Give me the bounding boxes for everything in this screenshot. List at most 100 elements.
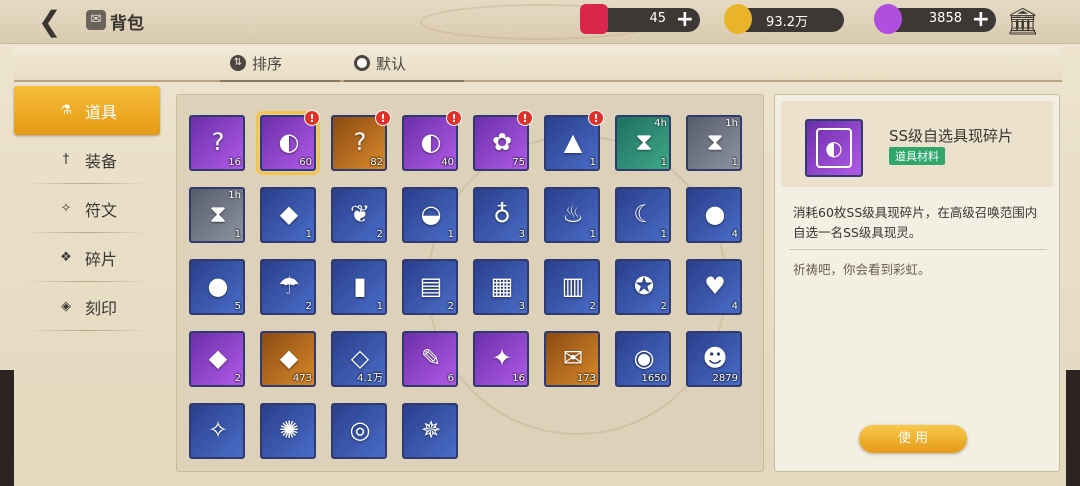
inventory-slot[interactable]: ☻ 2879 — [686, 331, 742, 387]
default-label: 默认 — [376, 54, 407, 73]
alert-badge-icon: ! — [375, 110, 391, 126]
inventory-slot[interactable]: ☾ 1 — [615, 187, 671, 243]
item-icon: ● — [704, 200, 726, 228]
item-count: 173 — [576, 373, 596, 384]
inventory-slot[interactable]: ♥ 4 — [686, 259, 742, 315]
nav-item-4[interactable]: ◈ 刻印 — [14, 282, 160, 331]
inventory-slot[interactable]: ❦ 2 — [331, 187, 387, 243]
radio-icon — [354, 55, 370, 71]
item-count: 1 — [731, 157, 738, 168]
ticket-icon — [580, 4, 608, 34]
nav-item-2[interactable]: ✧ 符文 — [14, 184, 160, 233]
inventory-slot[interactable]: ◐ 60! — [256, 110, 320, 175]
item-icon: ✿ — [491, 128, 513, 156]
item-icon: ◐ — [420, 128, 442, 156]
seal-icon: ◈ — [60, 298, 71, 314]
inventory-slot[interactable]: ● 5 — [189, 259, 245, 315]
inventory-slot[interactable]: ⧗ 1 4h — [615, 115, 671, 171]
shard-icon: ❖ — [60, 249, 72, 265]
background-edge — [0, 370, 14, 486]
inventory-slot[interactable]: ✵ — [402, 403, 458, 459]
item-icon: ◒ — [420, 200, 442, 228]
default-filter-button[interactable]: 默认 — [344, 50, 464, 82]
inventory-slot[interactable]: ♨ 1 — [544, 187, 600, 243]
inventory-slot[interactable]: ✦ 16 — [473, 331, 529, 387]
top-bar: ❮ ✉ 背包 45 + 93.2万 3858 + 🏛 — [0, 0, 1080, 44]
inventory-slot[interactable]: ⧗ 1 1h — [189, 187, 245, 243]
item-description: 消耗60枚SS级具现碎片，在高级召唤范围内自选一名SS级具现灵。 — [793, 205, 1038, 240]
add-ticket-button[interactable]: + — [676, 7, 694, 32]
gem-count: 3858 — [928, 11, 962, 26]
item-icon: ✵ — [420, 416, 442, 444]
timer-label: 1h — [725, 118, 738, 129]
item-count: 2 — [447, 301, 454, 312]
inventory-slot[interactable]: ✺ — [260, 403, 316, 459]
item-count: 4.1万 — [357, 373, 383, 384]
nav-item-1[interactable]: † 装备 — [14, 135, 160, 184]
inventory-slot[interactable]: ◇ 4.1万 — [331, 331, 387, 387]
item-count: 2 — [660, 301, 667, 312]
item-icon: ▲ — [563, 128, 583, 156]
ticket-count: 45 — [649, 11, 666, 26]
item-icon: ▤ — [419, 272, 443, 300]
inventory-slot[interactable]: ♁ 3 — [473, 187, 529, 243]
inventory-slot[interactable]: ◆ 473 — [260, 331, 316, 387]
inventory-slot[interactable]: ◉ 1650 — [615, 331, 671, 387]
flask-icon: ⚗ — [60, 102, 72, 118]
inventory-slot[interactable]: ▥ 2 — [544, 259, 600, 315]
add-gem-button[interactable]: + — [972, 7, 990, 32]
item-detail-panel: ◐ SS级自选具现碎片 道具材料 消耗60枚SS级具现碎片，在高级召唤范围内自选… — [774, 94, 1060, 472]
item-count: 6 — [447, 373, 454, 384]
nav-item-label: 碎片 — [84, 249, 117, 269]
inventory-slot[interactable]: ? 16 — [189, 115, 245, 171]
item-grid-panel[interactable]: ? 16 ◐ 60!? 82! ◐ 40! ✿ 75! ▲ 1! ⧗ 1 4h ⧗ 1 1h ⧗ 1 1h ◆ 1 ❦ 2 ◒ 1… — [176, 94, 764, 472]
sort-label: 排序 — [252, 54, 283, 73]
item-icon: ♥ — [704, 272, 726, 300]
inventory-slot[interactable]: ▲ 1! — [544, 110, 604, 171]
inventory-slot[interactable]: ◆ 1 — [260, 187, 316, 243]
item-count: 4 — [731, 229, 738, 240]
back-button[interactable]: ❮ — [38, 6, 78, 38]
item-icon: ✪ — [633, 272, 655, 300]
inventory-slot[interactable]: ☂ 2 — [260, 259, 316, 315]
inventory-slot[interactable]: ✉ 173 — [544, 331, 600, 387]
gold-count: 93.2万 — [766, 15, 808, 30]
use-button[interactable]: 使 用 — [859, 425, 967, 453]
item-icon: ? — [353, 128, 367, 156]
item-icon: ◐ — [278, 128, 300, 156]
page-title: 背包 — [110, 14, 144, 34]
item-icon: ✉ — [562, 344, 584, 372]
item-icon: ● — [207, 272, 229, 300]
item-icon: ♁ — [493, 200, 511, 228]
item-count: 5 — [234, 301, 241, 312]
inventory-slot[interactable]: ▦ 3 — [473, 259, 529, 315]
inventory-slot[interactable]: ◆ 2 — [189, 331, 245, 387]
bank-icon[interactable]: 🏛 — [1006, 6, 1039, 38]
gold-coin-icon — [724, 4, 752, 34]
inventory-slot[interactable]: ◐ 40! — [402, 110, 462, 171]
item-icon: ☂ — [278, 272, 300, 300]
inventory-slot[interactable]: ▮ 1 — [331, 259, 387, 315]
item-icon: ◆ — [279, 344, 299, 372]
inventory-slot[interactable]: ◒ 1 — [402, 187, 458, 243]
item-icon: ❦ — [349, 200, 371, 228]
inventory-slot[interactable]: ? 82! — [331, 110, 391, 171]
nav-item-0[interactable]: ⚗ 道具 — [14, 86, 160, 135]
sort-button[interactable]: ⇅ 排序 — [220, 50, 340, 82]
inventory-slot[interactable]: ● 4 — [686, 187, 742, 243]
item-count: 16 — [228, 157, 241, 168]
item-count: 82 — [370, 157, 383, 168]
inventory-slot[interactable]: ✪ 2 — [615, 259, 671, 315]
nav-item-3[interactable]: ❖ 碎片 — [14, 233, 160, 282]
inventory-slot[interactable]: ✿ 75! — [473, 110, 533, 171]
inventory-slot[interactable]: ✧ — [189, 403, 245, 459]
inventory-slot[interactable]: ◎ — [331, 403, 387, 459]
inventory-slot[interactable]: ⧗ 1 1h — [686, 115, 742, 171]
category-sidebar: ⚗ 道具 † 装备 ✧ 符文 ❖ 碎片 ◈ 刻印 — [14, 86, 160, 331]
inventory-slot[interactable]: ▤ 2 — [402, 259, 458, 315]
divider — [220, 80, 340, 82]
item-count: 1 — [305, 229, 312, 240]
inventory-slot[interactable]: ✎ 6 — [402, 331, 458, 387]
item-icon: ☻ — [702, 344, 728, 372]
gem-icon — [874, 4, 902, 34]
